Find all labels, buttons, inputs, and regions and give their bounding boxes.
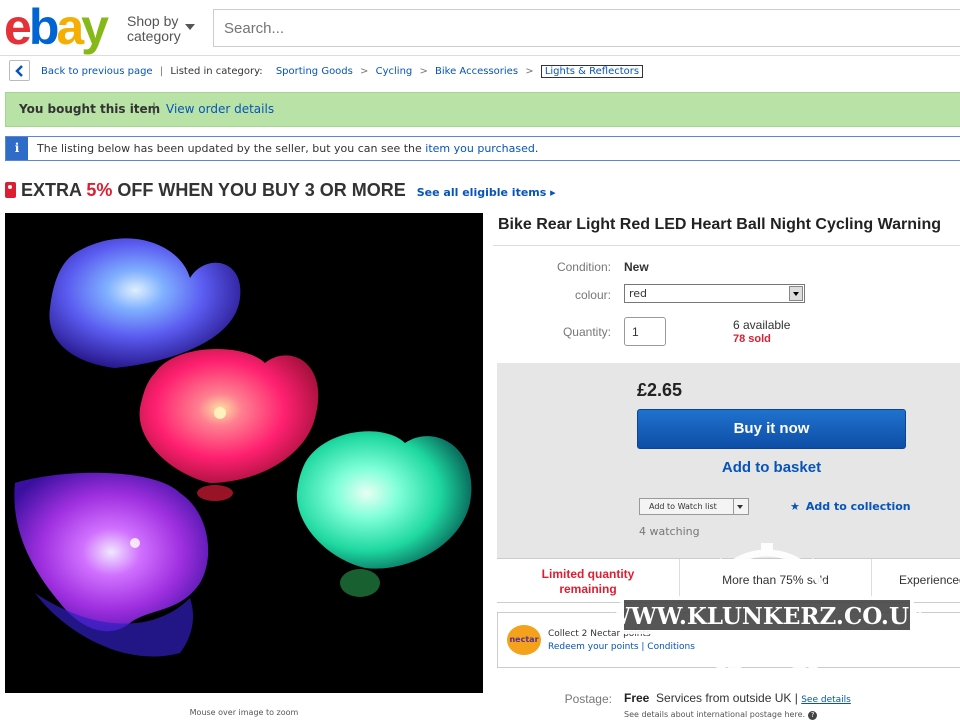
colour-label: colour:: [574, 288, 611, 302]
listed-in-label: Listed in category:: [170, 66, 263, 77]
crumb-lights-reflectors[interactable]: Lights & Reflectors: [540, 65, 644, 78]
chevron-left-icon: [14, 64, 23, 77]
green-heart: [296, 431, 472, 569]
price-tag-icon: [5, 182, 16, 198]
postage-label: Postage:: [564, 692, 612, 706]
ebay-logo[interactable]: ebay: [4, 0, 109, 55]
quantity-label: Quantity:: [562, 325, 611, 339]
buy-it-now-button[interactable]: Buy it now: [637, 409, 906, 449]
watching-count: 4 watching: [639, 525, 700, 538]
condition-label: Condition:: [556, 260, 611, 274]
item-purchased-link[interactable]: item you purchased: [425, 142, 535, 155]
see-details-link[interactable]: See details: [801, 695, 851, 705]
bought-divider: |: [152, 101, 157, 115]
listing-title: Bike Rear Light Red LED Heart Ball Night…: [498, 216, 942, 233]
available-count: 6 available: [733, 318, 791, 332]
back-link[interactable]: Back to previous page: [41, 66, 153, 77]
view-order-link[interactable]: View order details: [166, 102, 274, 116]
shop-by-category[interactable]: Shop by category: [127, 13, 195, 44]
add-to-watch-list-button[interactable]: Add to Watch list: [639, 498, 749, 515]
logo-letter-y: y: [81, 0, 109, 55]
watch-list-label: Add to Watch list: [649, 502, 717, 511]
breadcrumb: Back to previous page | Listed in catego…: [41, 65, 644, 78]
crumb-cycling[interactable]: Cycling: [376, 66, 413, 77]
add-to-basket-button[interactable]: Add to basket: [637, 459, 906, 476]
condition-value: New: [624, 260, 649, 274]
logo-letter-e: e: [4, 0, 32, 55]
bought-text: You bought this item: [19, 102, 161, 116]
back-button[interactable]: [9, 60, 30, 81]
info-banner: i The listing below has been updated by …: [5, 136, 960, 161]
price: £2.65: [637, 380, 683, 400]
star-icon: ★: [790, 500, 800, 513]
shop-by-line2: category: [127, 28, 181, 44]
crumb-sporting-goods[interactable]: Sporting Goods: [276, 66, 353, 77]
klunkerz-watermark: WWW.KLUNKERZ.CO.UK: [604, 540, 930, 690]
title-divider: [493, 245, 960, 246]
info-icon: i: [6, 137, 28, 160]
bought-banner: You bought this item | View order detail…: [5, 92, 960, 127]
info-text: The listing below has been updated by th…: [37, 142, 422, 155]
chevron-down-icon[interactable]: [733, 499, 748, 514]
nectar-logo: nectar: [507, 625, 541, 655]
logo-letter-b: b: [28, 0, 59, 55]
red-heart: [139, 349, 319, 483]
see-eligible-items-link[interactable]: See all eligible items ▸: [417, 186, 556, 199]
dropdown-arrow-icon: [789, 286, 803, 301]
shop-by-line1: Shop by: [127, 13, 179, 29]
zoom-caption: Mouse over image to zoom: [189, 708, 299, 717]
help-icon[interactable]: ?: [808, 711, 818, 720]
promo-banner: EXTRA 5% OFF WHEN YOU BUY 3 OR MORE See …: [5, 180, 556, 201]
search-box[interactable]: [213, 9, 960, 47]
promo-pre: EXTRA: [21, 180, 87, 200]
postage-note: See details about international postage …: [624, 710, 818, 720]
add-to-collection-link[interactable]: ★ Add to collection: [790, 500, 911, 513]
crumb-bike-accessories[interactable]: Bike Accessories: [435, 66, 518, 77]
watermark-text: WWW.KLUNKERZ.CO.UK: [612, 603, 922, 630]
chevron-down-icon: [185, 24, 195, 30]
arrow-right-icon: ▸: [550, 186, 556, 199]
quantity-input[interactable]: 1: [624, 317, 666, 346]
heart-lights-photo: [14, 238, 472, 657]
sold-count[interactable]: 78 sold: [733, 333, 771, 345]
chainring-icon: WWW.KLUNKERZ.CO.UK: [604, 543, 930, 687]
promo-percent: 5%: [86, 180, 113, 200]
blue-heart: [49, 238, 241, 368]
product-image[interactable]: [5, 213, 483, 693]
promo-post: OFF WHEN YOU BUY 3 OR MORE: [112, 180, 406, 200]
colour-selected: red: [629, 287, 648, 300]
logo-letter-a: a: [56, 0, 84, 55]
postage-value: Free Services from outside UK | See deta…: [624, 691, 851, 705]
search-input[interactable]: [214, 10, 960, 46]
colour-select[interactable]: red: [624, 284, 805, 303]
header-divider: [0, 55, 960, 56]
